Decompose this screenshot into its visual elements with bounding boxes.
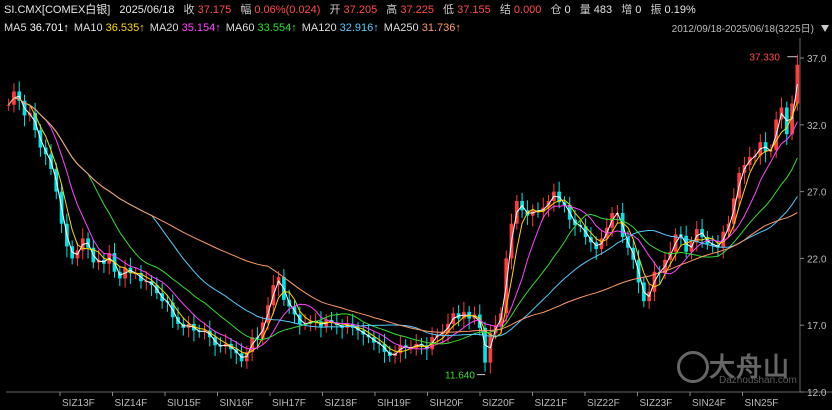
close-value: 37.175 (197, 4, 232, 16)
x-tick-label: SIZ13F (62, 398, 95, 409)
open-value: 37.205 (343, 4, 378, 16)
ma-legend-ma20: MA20 35.154↑ (150, 22, 221, 34)
y-tick-label: 37.0 (807, 54, 827, 65)
high-label: 高 (386, 4, 398, 16)
low-mark-label: 11.640 (445, 371, 475, 382)
amplitude-field: 振 0.19% (650, 4, 695, 16)
oi-field: 仓 0 (550, 4, 570, 16)
high-value: 37.225 (400, 4, 434, 16)
x-tick-label: SIU15F (167, 398, 201, 409)
x-tick-label: SIZ22F (587, 398, 620, 409)
ma-line-ma10 (8, 97, 798, 355)
ma-legend-label: MA20 (149, 22, 182, 34)
settle-label: 结 (499, 4, 511, 16)
oi-label: 仓 (550, 4, 562, 16)
ma-line-ma20 (8, 97, 798, 350)
x-tick-label: SIZ20F (482, 398, 515, 409)
logo-mark-icon (677, 351, 709, 383)
ma-legend-ma5: MA5 36.701↑ (4, 22, 69, 34)
x-tick-label: SIH17F (272, 398, 306, 409)
x-tick-label: SIZ18F (325, 398, 358, 409)
ma-legend-value: 35.154↑ (181, 22, 221, 34)
low-label: 低 (443, 4, 455, 16)
x-tick-label: SIH20F (430, 398, 464, 409)
volume-label: 量 (579, 4, 591, 16)
ma-line-ma5 (8, 84, 798, 358)
watermark: 大舟山 Dazhoushan.com (675, 347, 815, 397)
amplitude-value: 0.19% (664, 4, 696, 16)
change-label: 幅 (240, 4, 252, 16)
candle-body (795, 64, 800, 104)
date-label: 2025/06/18 (119, 4, 175, 16)
x-tick-label: SIH19F (377, 398, 411, 409)
ma-legend-label: MA120 (301, 22, 340, 34)
close-label: 收 (183, 4, 195, 16)
high-mark-label: 37.330 (749, 53, 780, 64)
ma-legend-value: 33.554↑ (257, 22, 297, 34)
increase-field: 增 0 (621, 4, 641, 16)
increase-label: 增 (621, 4, 633, 16)
change-field: 幅 0.06%(0.024) (240, 4, 320, 16)
dropdown-triangle-icon[interactable] (821, 25, 829, 32)
x-tick-label: SIN25F (745, 398, 779, 409)
ma-legend-value: 32.916↑ (339, 22, 379, 34)
increase-value: 0 (635, 4, 642, 16)
x-tick-label: SIN16F (220, 398, 254, 409)
low-field: 低 37.155 (443, 4, 491, 16)
high-field: 高 37.225 (386, 4, 434, 16)
ma-legend-value: 31.736↑ (421, 22, 461, 34)
low-value: 37.155 (457, 4, 491, 16)
ma-legend-ma120: MA120 32.916↑ (302, 22, 379, 34)
oi-value: 0 (564, 4, 571, 16)
ma-legend-ma10: MA10 36.535↑ (74, 22, 145, 34)
y-tick-label: 22.0 (807, 254, 827, 265)
close-field: 收 37.175 (184, 4, 232, 16)
ma-legend-ma250: MA250 31.736↑ (384, 22, 461, 34)
candle-body (6, 104, 11, 106)
watermark-domain: Dazhoushan.com (719, 375, 797, 386)
ma-legend-value: 36.535↑ (105, 22, 145, 34)
settle-field: 结 0.000 (500, 4, 542, 16)
ma-legend-label: MA250 (383, 22, 422, 34)
open-label: 开 (329, 4, 341, 16)
y-tick-label: 27.0 (807, 188, 827, 199)
volume-field: 量 483 (580, 4, 612, 16)
ma-line-ma60 (8, 97, 798, 345)
amplitude-label: 振 (650, 4, 662, 16)
ma-line-ma250 (8, 97, 798, 333)
ma-legend-label: MA60 (225, 22, 258, 34)
date-range-label: 2012/09/18-2025/06/18(3225日) (671, 24, 814, 35)
x-tick-label: SIZ14F (115, 398, 148, 409)
open-field: 开 37.205 (329, 4, 377, 16)
ma-line-ma120 (8, 97, 798, 337)
x-tick-label: SIZ21F (535, 398, 568, 409)
x-tick-label: SIN24F (692, 398, 726, 409)
y-tick-label: 17.0 (807, 321, 827, 332)
y-tick-label: 32.0 (807, 121, 827, 132)
change-value: 0.06%(0.024) (254, 4, 321, 16)
settle-value: 0.000 (513, 4, 542, 16)
quote-info-bar: SI.CMX[COMEX白银] 2025/06/18 收 37.175 幅 0.… (0, 0, 832, 20)
ma-legend-label: MA5 (4, 22, 30, 34)
ma-legend-label: MA10 (73, 22, 106, 34)
ma-legend-ma60: MA60 33.554↑ (226, 22, 297, 34)
x-tick-label: SIZ23F (640, 398, 673, 409)
symbol-label: SI.CMX[COMEX白银] (4, 4, 111, 16)
ma-legend-value: 36.701↑ (29, 22, 69, 34)
volume-value: 483 (593, 4, 613, 16)
